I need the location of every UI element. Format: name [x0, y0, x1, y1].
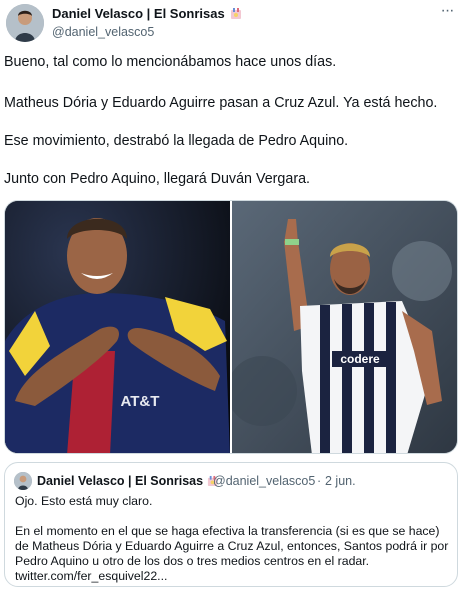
left-jersey-sponsor: AT&T: [121, 393, 160, 410]
quoted-author-name[interactable]: Daniel Velasco | El Sonrisas: [37, 474, 218, 488]
player-photo-america[interactable]: AT&T: [5, 201, 230, 453]
quoted-author-handle[interactable]: @daniel_velasco5: [213, 474, 315, 488]
more-icon[interactable]: ···: [436, 3, 458, 24]
player-photo-monterrey[interactable]: codere: [232, 201, 457, 453]
quoted-link[interactable]: twitter.com/fer_esquivel22...: [15, 569, 167, 584]
emoji-icon: [230, 7, 242, 20]
quoted-line-1: Ojo. Esto está muy claro.: [15, 494, 153, 508]
tweet-header: Daniel Velasco | El Sonrisas @daniel_vel…: [0, 0, 462, 46]
tweet-line-1: Bueno, tal como lo mencionábamos hace un…: [4, 54, 337, 70]
quoted-line-4: de Matheus Dória y Eduardo Aguirre a Cru…: [15, 539, 449, 553]
right-jersey-sponsor: codere: [340, 352, 380, 366]
avatar[interactable]: [6, 4, 44, 42]
quoted-date[interactable]: 2 jun.: [325, 474, 356, 488]
quoted-separator: ·: [317, 474, 322, 488]
quoted-avatar[interactable]: [14, 472, 32, 490]
quoted-line-3: En el momento en el que se haga efectiva…: [15, 524, 440, 538]
quoted-line-5: Pedro Aquino u otro de los dos o tres me…: [15, 554, 370, 568]
tweet-line-2: Matheus Dória y Eduardo Aguirre pasan a …: [4, 95, 438, 111]
tweet-line-3: Ese movimiento, destrabó la llegada de P…: [4, 133, 349, 149]
quoted-tweet[interactable]: Daniel Velasco | El Sonrisas @daniel_vel…: [4, 462, 458, 587]
tweet-line-4: Junto con Pedro Aquino, llegará Duván Ve…: [4, 171, 311, 187]
author-handle[interactable]: @daniel_velasco5: [52, 25, 154, 39]
tweet-media[interactable]: AT&T codere: [4, 200, 458, 454]
author-name[interactable]: Daniel Velasco | El Sonrisas: [52, 6, 242, 21]
